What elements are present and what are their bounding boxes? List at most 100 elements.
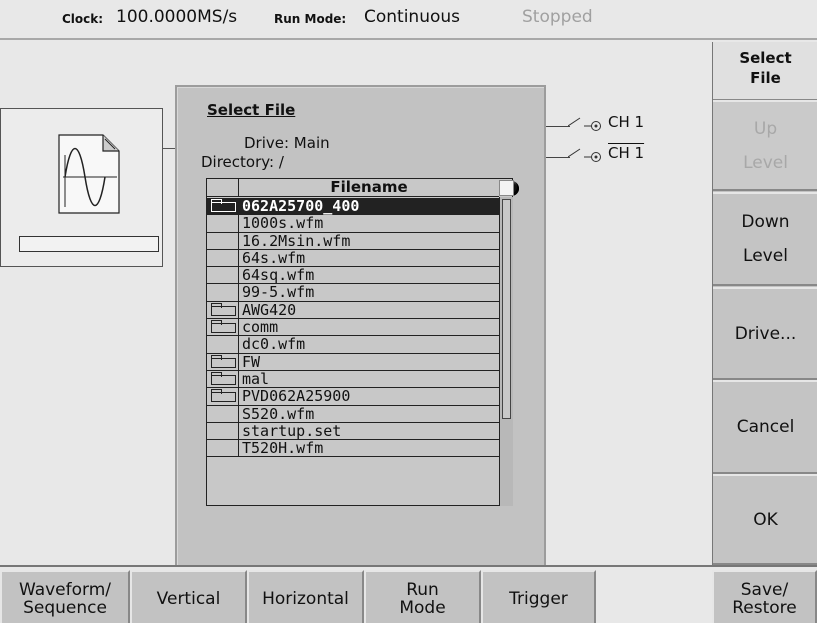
trigger-label: Trigger [509, 588, 568, 609]
file-list-item[interactable]: startup.set [207, 421, 499, 441]
file-list-item[interactable]: dc0.wfm [207, 335, 499, 354]
file-name: startup.set [242, 421, 342, 440]
file-icon-cell [207, 440, 239, 457]
file-name: T520H.wfm [242, 439, 324, 458]
file-list-item[interactable]: 99-5.wfm [207, 283, 499, 302]
ch1-bar-switch-icon [568, 148, 601, 162]
run-mode-label: Run Mode: [274, 12, 347, 26]
file-icon-cell [207, 370, 239, 388]
horizontal-label: Horizontal [262, 588, 349, 609]
file-name: FW [242, 352, 261, 371]
file-name: 64s.wfm [242, 248, 306, 267]
vertical-button[interactable]: Vertical [130, 570, 247, 623]
up-level-button[interactable]: Up Level [713, 100, 817, 191]
file-list-item[interactable]: mal [207, 369, 499, 389]
main-area: CH 1 CH 1 Select File Drive: Main Direct… [0, 42, 712, 571]
file-name: 99-5.wfm [242, 283, 315, 302]
ch1-label: CH 1 [608, 113, 645, 131]
file-icon-cell [207, 336, 239, 353]
scrollbar[interactable] [499, 197, 513, 506]
side-menu-title: Select File [713, 42, 817, 100]
file-icon-cell [207, 353, 239, 370]
file-icon-cell [207, 388, 239, 405]
down-level-label: Down Level [741, 212, 790, 266]
run-mode-label: Run Mode [399, 579, 446, 618]
file-name: comm [242, 318, 279, 337]
file-icon-cell [207, 215, 239, 232]
ch1-wire [546, 126, 570, 127]
file-icon-cell [207, 198, 239, 215]
file-list-item[interactable]: 1000s.wfm [207, 214, 499, 233]
file-list-item[interactable]: T520H.wfm [207, 439, 499, 458]
drive-button-label: Drive... [734, 323, 797, 344]
waveform-sequence-button[interactable]: Waveform/ Sequence [0, 570, 130, 623]
file-list[interactable]: Filename 062A25700_400 1000s.wfm 16.2Msin.… [206, 178, 514, 506]
header-icon-column [207, 179, 239, 197]
scrollbar-thumb[interactable] [502, 199, 511, 419]
waveform-name-bar [19, 236, 159, 252]
cancel-button[interactable]: Cancel [713, 380, 817, 474]
run-mode-button[interactable]: Run Mode [364, 570, 481, 623]
filename-column-header: Filename [330, 178, 408, 196]
waveform-preview [0, 108, 163, 267]
file-icon-cell [207, 232, 239, 249]
ch1-bar-wire [546, 157, 570, 158]
run-state: Stopped [522, 7, 593, 27]
file-list-item[interactable]: 64s.wfm [207, 248, 499, 268]
side-menu-title-text: Select File [739, 49, 792, 87]
clock-label: Clock: [62, 12, 104, 26]
file-list-item[interactable]: 062A25700_400 [207, 197, 499, 216]
horizontal-button[interactable]: Horizontal [247, 570, 364, 623]
ok-label: OK [753, 509, 778, 530]
vertical-label: Vertical [156, 588, 221, 609]
cancel-label: Cancel [736, 417, 795, 437]
folder-icon [211, 389, 236, 403]
ok-button[interactable]: OK [713, 474, 817, 565]
file-icon-cell [207, 405, 239, 422]
file-name: dc0.wfm [242, 335, 306, 354]
file-list-header: Filename [207, 178, 499, 197]
bottom-menu: Waveform/ Sequence Vertical Horizontal R… [0, 565, 817, 623]
waveform-sequence-label: Waveform/ Sequence [18, 579, 112, 618]
file-list-item[interactable]: 16.2Msin.wfm [207, 231, 499, 250]
file-rows: 062A25700_400 1000s.wfm 16.2Msin.wfm 64s.wf… [207, 197, 499, 458]
file-icon-cell [207, 284, 239, 301]
folder-icon [211, 371, 236, 385]
folder-icon [211, 354, 236, 368]
file-name: 062A25700_400 [242, 197, 360, 215]
trigger-button[interactable]: Trigger [481, 570, 596, 623]
drive-button[interactable]: Drive... [713, 287, 817, 380]
file-name: 16.2Msin.wfm [242, 231, 351, 250]
file-name: AWG420 [242, 300, 297, 319]
ch1-switch-icon [568, 117, 601, 131]
file-list-item[interactable]: comm [207, 318, 499, 337]
waveform-file-icon [58, 134, 120, 214]
file-list-item[interactable]: PVD062A25900 [207, 387, 499, 406]
up-level-label: Up Level [743, 118, 788, 173]
scroll-up-button[interactable] [499, 180, 514, 196]
down-level-button[interactable]: Down Level [713, 192, 817, 286]
file-icon-cell [207, 319, 239, 336]
drive-label: Drive: Main [244, 134, 330, 152]
file-list-item[interactable]: S520.wfm [207, 405, 499, 423]
file-list-item[interactable]: AWG420 [207, 300, 499, 320]
folder-icon [211, 320, 236, 334]
folder-icon [211, 302, 236, 316]
ch1-bar-label: CH 1 [608, 144, 645, 162]
file-name: 1000s.wfm [242, 214, 324, 233]
file-name: mal [242, 369, 270, 388]
file-list-item[interactable]: 64sq.wfm [207, 266, 499, 285]
file-name: PVD062A25900 [242, 387, 351, 406]
save-restore-button[interactable]: Save/ Restore [712, 570, 817, 623]
file-icon-cell [207, 267, 239, 284]
file-list-item[interactable]: FW [207, 352, 499, 371]
dialog-title: Select File [207, 101, 296, 119]
folder-icon [211, 199, 236, 212]
clock-value: 100.0000MS/s [116, 7, 238, 27]
run-mode-value: Continuous [364, 7, 461, 27]
file-icon-cell [207, 249, 239, 267]
side-menu: Select File Up Level Down Level Drive...… [712, 42, 817, 565]
file-icon-cell [207, 301, 239, 319]
select-file-dialog: Select File Drive: Main Directory: / Fil… [175, 85, 546, 571]
file-name: 64sq.wfm [242, 266, 315, 285]
